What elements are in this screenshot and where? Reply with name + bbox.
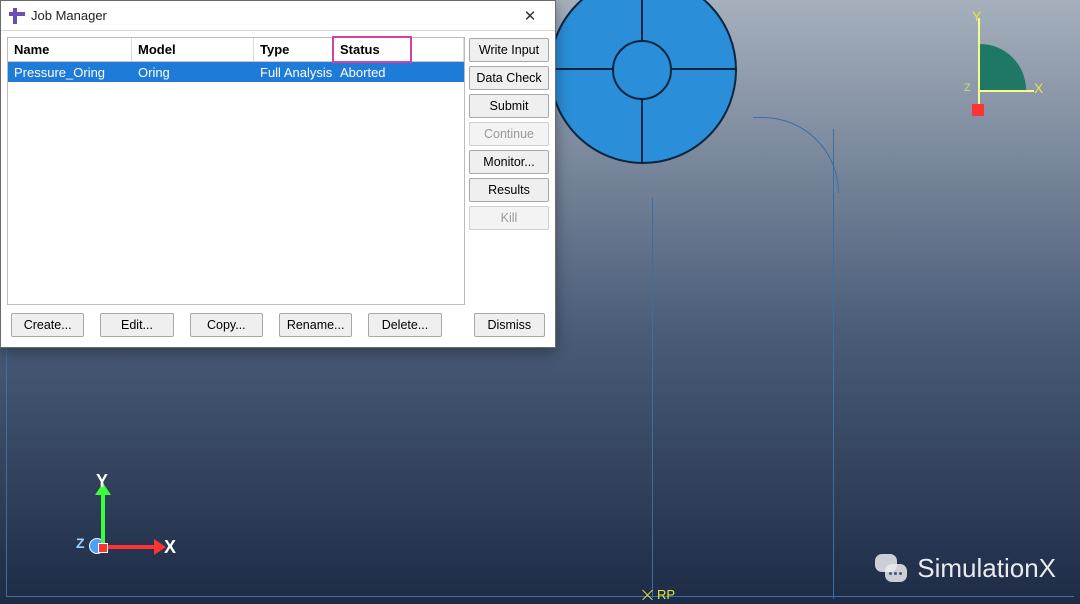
view-triad: Y X Z	[78, 485, 158, 565]
col-spacer	[411, 38, 464, 61]
groove-wall-left	[652, 198, 653, 598]
rename-button[interactable]: Rename...	[279, 313, 352, 337]
watermark-text: SimulationX	[917, 553, 1056, 584]
triad-x-label: X	[164, 537, 176, 558]
triad-z-label: Z	[76, 535, 85, 551]
side-button-column: Write Input Data Check Submit Continue M…	[469, 37, 549, 305]
groove-fillet-arc	[753, 117, 839, 193]
cell-model: Oring	[132, 65, 254, 80]
delete-button[interactable]: Delete...	[368, 313, 441, 337]
edit-button[interactable]: Edit...	[100, 313, 173, 337]
rp-label: RP	[657, 587, 675, 602]
triad-x-axis	[106, 545, 156, 549]
job-manager-dialog: Job Manager ✕ Name Model Type Status Pre…	[0, 0, 556, 348]
table-body[interactable]: Pressure_Oring Oring Full Analysis Abort…	[8, 62, 464, 304]
create-button[interactable]: Create...	[11, 313, 84, 337]
reference-point-marker: RP	[642, 587, 675, 602]
cell-type: Full Analysis	[254, 65, 334, 80]
col-type[interactable]: Type	[254, 38, 334, 61]
wechat-icon	[875, 554, 909, 584]
dialog-footer: Create... Edit... Copy... Rename... Dele…	[1, 305, 555, 347]
oring-inner-circle	[612, 40, 672, 100]
orientation-y-axis	[978, 18, 980, 108]
rp-cross-icon	[642, 589, 654, 601]
col-model[interactable]: Model	[132, 38, 254, 61]
results-button[interactable]: Results	[469, 178, 549, 202]
groove-wall-right	[833, 129, 834, 599]
orientation-quadrant	[980, 44, 1026, 90]
orientation-x-axis	[978, 90, 1034, 92]
cad-viewport[interactable]: RP Y X Z Y X Z SimulationX Job Manager ✕	[0, 0, 1080, 604]
continue-button: Continue	[469, 122, 549, 146]
triad-origin	[98, 543, 108, 553]
groove-floor	[6, 596, 1074, 597]
triad-y-label: Y	[96, 471, 108, 492]
dialog-titlebar[interactable]: Job Manager ✕	[1, 1, 555, 31]
orientation-x-label: X	[1034, 80, 1043, 96]
jobs-table[interactable]: Name Model Type Status Pressure_Oring Or…	[7, 37, 465, 305]
col-name[interactable]: Name	[8, 38, 132, 61]
abaqus-app-icon	[9, 8, 25, 24]
table-row[interactable]: Pressure_Oring Oring Full Analysis Abort…	[8, 62, 464, 82]
copy-button[interactable]: Copy...	[190, 313, 263, 337]
table-header: Name Model Type Status	[8, 38, 464, 62]
orientation-y-label: Y	[972, 8, 981, 24]
orientation-z-label: Z	[964, 82, 971, 94]
write-input-button[interactable]: Write Input	[469, 38, 549, 62]
monitor-button[interactable]: Monitor...	[469, 150, 549, 174]
orientation-indicator[interactable]: Y X Z	[962, 16, 1052, 126]
orientation-origin	[972, 104, 984, 116]
dialog-title: Job Manager	[31, 8, 107, 23]
col-status[interactable]: Status	[334, 38, 411, 61]
submit-button[interactable]: Submit	[469, 94, 549, 118]
dismiss-button[interactable]: Dismiss	[474, 313, 545, 337]
close-button[interactable]: ✕	[509, 2, 551, 30]
triad-y-axis	[101, 493, 105, 545]
kill-button: Kill	[469, 206, 549, 230]
cell-status: Aborted	[334, 65, 411, 80]
cell-name: Pressure_Oring	[8, 65, 132, 80]
watermark: SimulationX	[875, 553, 1056, 584]
data-check-button[interactable]: Data Check	[469, 66, 549, 90]
